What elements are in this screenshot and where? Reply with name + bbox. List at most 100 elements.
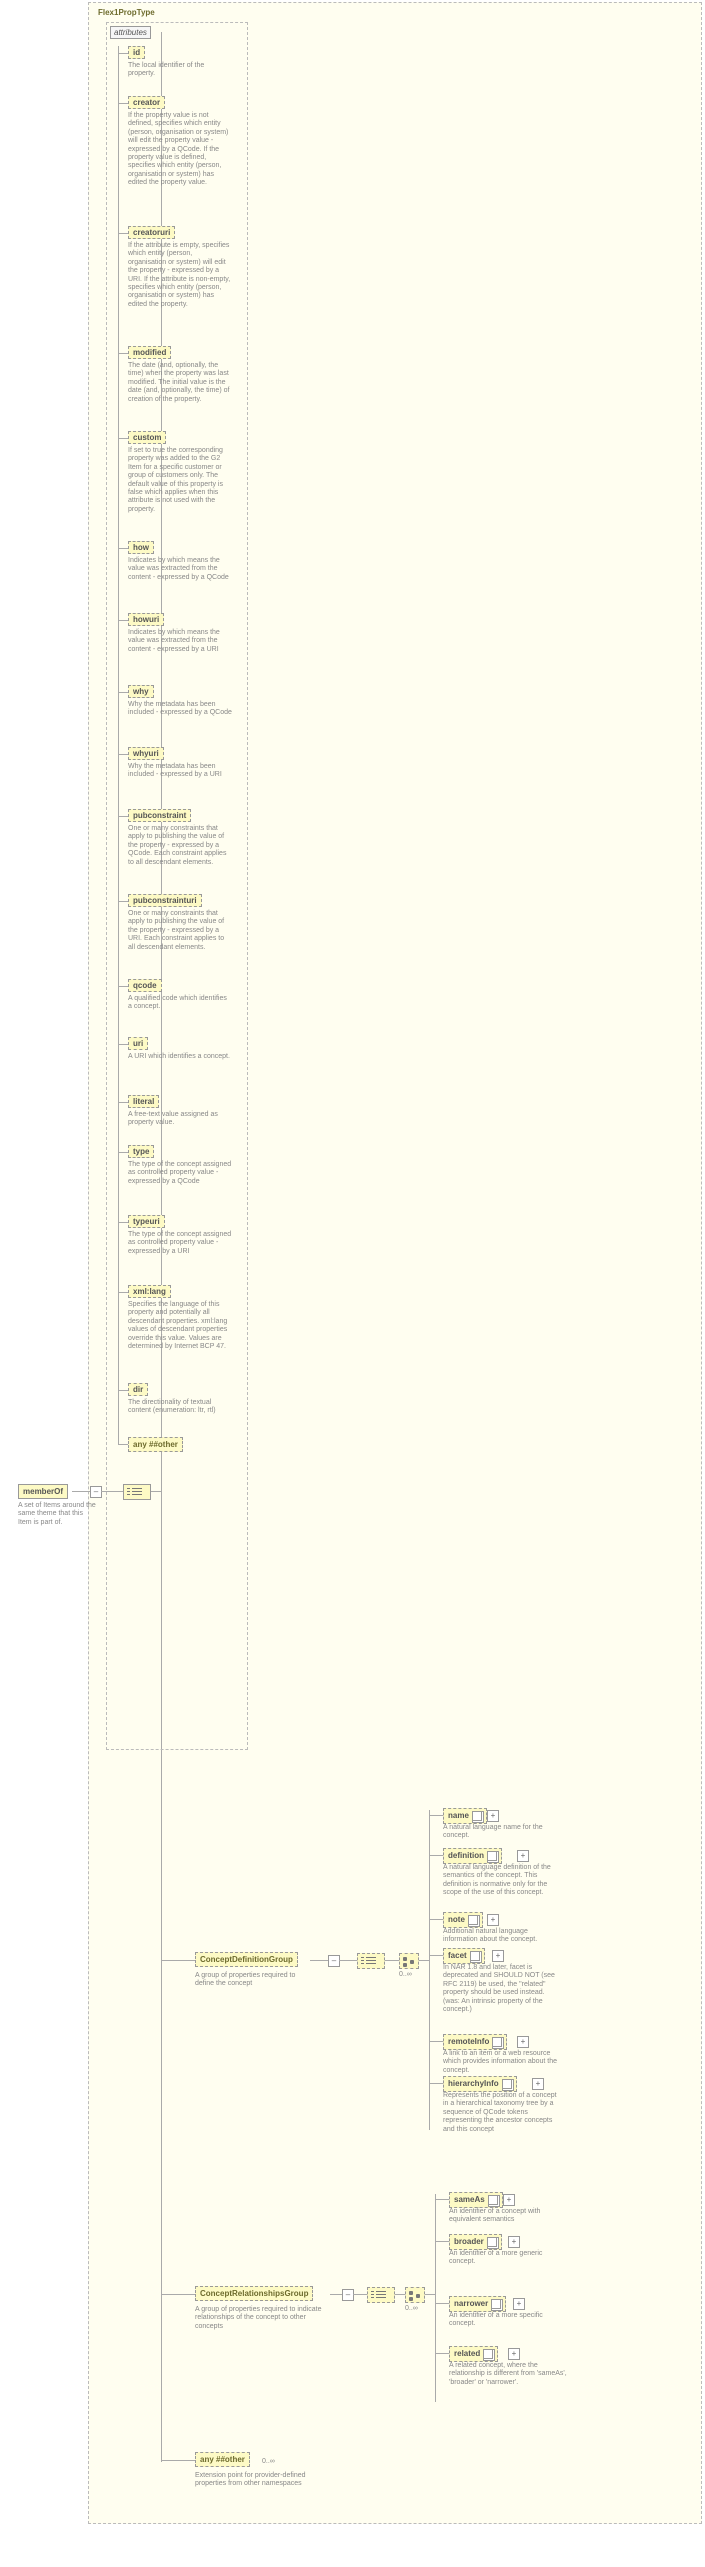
connector <box>330 2294 342 2295</box>
group-conceptdefinition[interactable]: ConceptDefinitionGroup <box>195 1952 298 1967</box>
expand-toggle[interactable] <box>513 2298 525 2310</box>
element-facet[interactable]: facet <box>443 1948 485 1964</box>
connector <box>435 2353 449 2354</box>
attr-desc: The local identifier of the property. <box>128 62 232 79</box>
element-narrower[interactable]: narrower <box>449 2296 506 2312</box>
sequence-icon <box>367 2287 395 2303</box>
attr-desc: A URI which identifies a concept. <box>128 1053 232 1061</box>
element-desc: A natural language name for the concept. <box>443 1824 561 1841</box>
element-memberOf[interactable]: memberOf <box>18 1484 68 1499</box>
expand-toggle[interactable] <box>508 2236 520 2248</box>
expand-toggle[interactable] <box>328 1955 340 1967</box>
cardinality: 0..∞ <box>262 2458 275 2465</box>
attr-literal[interactable]: literal <box>128 1095 159 1108</box>
attributes-header: attributes <box>110 26 151 39</box>
attr-how[interactable]: how <box>128 541 154 554</box>
complex-content-icon <box>468 1915 478 1925</box>
expand-toggle[interactable] <box>492 1950 504 1962</box>
expand-toggle[interactable] <box>517 2036 529 2048</box>
connector <box>118 754 128 755</box>
connector <box>118 548 128 549</box>
connector <box>310 1960 328 1961</box>
connector <box>118 1222 128 1223</box>
element-broader[interactable]: broader <box>449 2234 502 2250</box>
any-other[interactable]: any ##other <box>195 2452 250 2467</box>
complex-content-icon <box>470 1951 480 1961</box>
element-memberOf-desc: A set of Items around the same theme tha… <box>18 1502 98 1527</box>
choice-icon <box>405 2287 425 2303</box>
attr-desc: Why the metadata has been included - exp… <box>128 763 232 780</box>
attr-typeuri[interactable]: typeuri <box>128 1215 165 1228</box>
connector <box>118 1390 128 1391</box>
attr-desc: The directionality of textual content (e… <box>128 1399 232 1416</box>
connector <box>118 1292 128 1293</box>
element-hierarchyInfo[interactable]: hierarchyInfo <box>443 2076 517 2092</box>
expand-toggle[interactable] <box>342 2289 354 2301</box>
element-desc: In NAR 1.8 and later, facet is deprecate… <box>443 1964 561 2014</box>
attr-uri[interactable]: uri <box>128 1037 148 1050</box>
connector <box>429 1919 443 1920</box>
connector <box>161 1960 195 1961</box>
attr-desc: Why the metadata has been included - exp… <box>128 701 232 718</box>
expand-toggle[interactable] <box>508 2348 520 2360</box>
connector <box>429 2083 443 2084</box>
connector <box>429 1855 443 1856</box>
attr-howuri[interactable]: howuri <box>128 613 164 626</box>
attr-desc: The type of the concept assigned as cont… <box>128 1231 232 1256</box>
schema-canvas: Flex1PropType memberOf A set of Items ar… <box>0 0 705 2567</box>
element-definition[interactable]: definition <box>443 1848 502 1864</box>
connector <box>118 901 128 902</box>
attr-pubconstraint[interactable]: pubconstraint <box>128 809 191 822</box>
element-name[interactable]: name <box>443 1808 487 1824</box>
attr-desc: The type of the concept assigned as cont… <box>128 1161 232 1186</box>
attr-desc: Indicates by which means the value was e… <box>128 629 232 654</box>
attr-type[interactable]: type <box>128 1145 154 1158</box>
choice-icon <box>399 1953 419 1969</box>
connector <box>118 46 119 1445</box>
attr-desc: If set to true the corresponding propert… <box>128 447 232 514</box>
attr-desc: One or many constraints that apply to pu… <box>128 910 232 952</box>
connector <box>425 2294 435 2295</box>
connector <box>118 53 128 54</box>
attr-creatoruri[interactable]: creatoruri <box>128 226 175 239</box>
expand-toggle[interactable] <box>487 1914 499 1926</box>
attr-desc: A qualified code which identifies a conc… <box>128 995 232 1012</box>
attr-custom[interactable]: custom <box>128 431 166 444</box>
connector <box>353 2294 367 2295</box>
element-sameAs[interactable]: sameAs <box>449 2192 503 2208</box>
element-desc: A natural language definition of the sem… <box>443 1864 561 1898</box>
attr-pubconstrainturi[interactable]: pubconstrainturi <box>128 894 202 907</box>
group-conceptrelationships[interactable]: ConceptRelationshipsGroup <box>195 2286 313 2301</box>
complex-content-icon <box>487 2237 497 2247</box>
attr-modified[interactable]: modified <box>128 346 171 359</box>
complex-content-icon <box>491 2299 501 2309</box>
attr-qcode[interactable]: qcode <box>128 979 162 992</box>
element-desc: An identifier of a more generic concept. <box>449 2250 567 2267</box>
connector <box>385 1960 399 1961</box>
element-desc: An identifier of a concept with equivale… <box>449 2208 567 2225</box>
element-remoteInfo[interactable]: remoteInfo <box>443 2034 507 2050</box>
element-related[interactable]: related <box>449 2346 498 2362</box>
attr-id[interactable]: id <box>128 46 145 59</box>
connector <box>435 2199 449 2200</box>
expand-toggle[interactable] <box>503 2194 515 2206</box>
element-note[interactable]: note <box>443 1912 483 1928</box>
attr-xml-lang[interactable]: xml:lang <box>128 1285 171 1298</box>
expand-toggle[interactable] <box>532 2078 544 2090</box>
element-desc: Represents the position of a concept in … <box>443 2092 561 2134</box>
attr-whyuri[interactable]: whyuri <box>128 747 164 760</box>
connector <box>118 1044 128 1045</box>
element-desc: An identifier of a more specific concept… <box>449 2312 567 2329</box>
attr-dir[interactable]: dir <box>128 1383 148 1396</box>
sequence-icon <box>357 1953 385 1969</box>
any-other-attr[interactable]: any ##other <box>128 1437 183 1452</box>
attr-desc: Indicates by which means the value was e… <box>128 557 232 582</box>
expand-toggle[interactable] <box>517 1850 529 1862</box>
expand-toggle[interactable] <box>90 1486 102 1498</box>
connector <box>118 986 128 987</box>
attr-desc: One or many constraints that apply to pu… <box>128 825 232 867</box>
expand-toggle[interactable] <box>487 1810 499 1822</box>
attr-why[interactable]: why <box>128 685 154 698</box>
attr-creator[interactable]: creator <box>128 96 165 109</box>
connector <box>118 1102 128 1103</box>
